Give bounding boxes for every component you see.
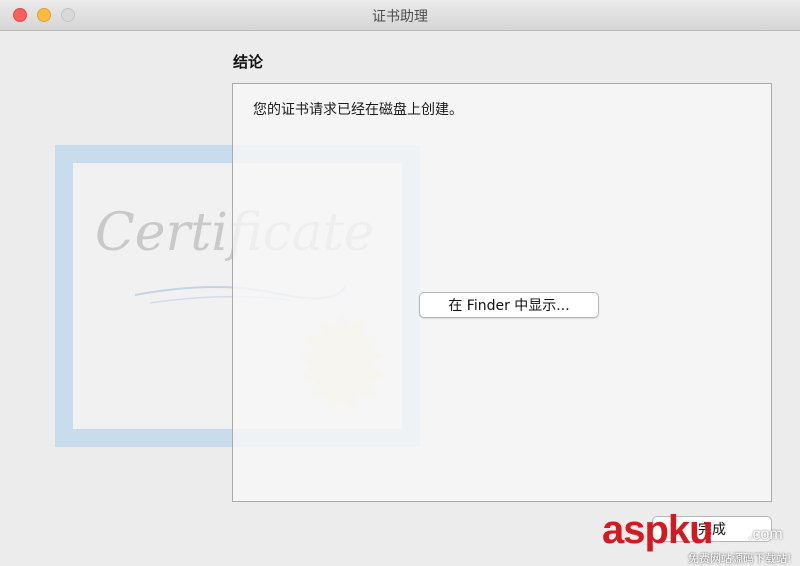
watermark-domain: .com: [748, 526, 783, 543]
window-title: 证书助理: [372, 9, 428, 25]
watermark-brand: aspku: [602, 508, 714, 552]
title-bar[interactable]: 证书助理: [0, 0, 800, 31]
section-heading: 结论: [233, 53, 264, 71]
watermark-tagline: 免费网站源码下载站!: [688, 552, 792, 565]
status-message: 您的证书请求已经在磁盘上创建。: [253, 102, 463, 118]
content-panel: 您的证书请求已经在磁盘上创建。 在 Finder 中显示...: [232, 83, 772, 502]
watermark-logo: aspku .com 免费网站源码下载站!: [598, 508, 798, 565]
show-in-finder-button[interactable]: 在 Finder 中显示...: [419, 292, 599, 318]
